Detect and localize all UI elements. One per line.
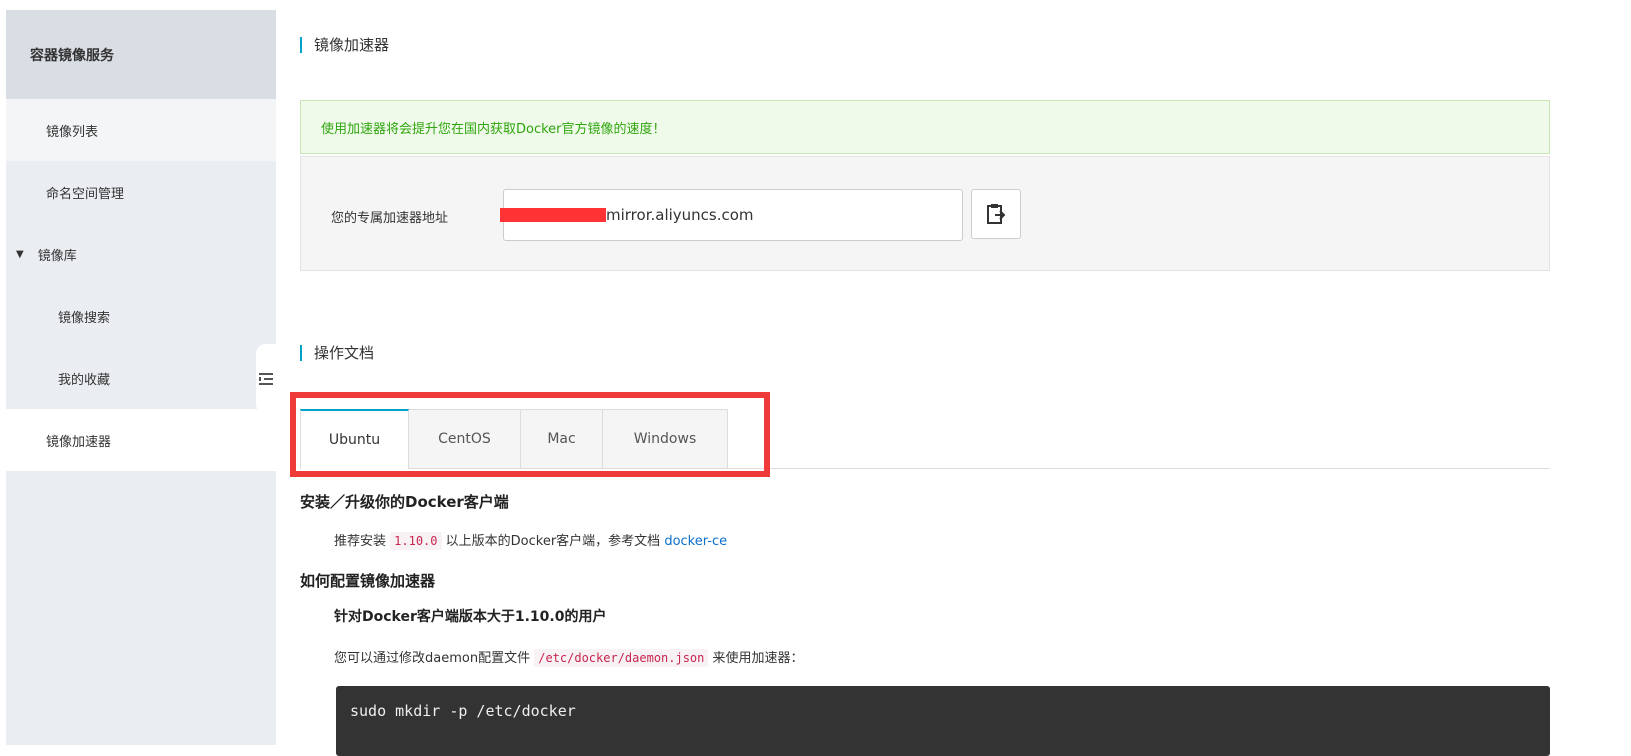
install-prefix: 推荐安装 bbox=[334, 534, 387, 549]
config-suffix: 来使用加速器： bbox=[712, 651, 804, 666]
config-prefix: 您可以通过修改daemon配置文件 bbox=[334, 651, 531, 666]
tab-ubuntu[interactable]: Ubuntu bbox=[300, 409, 409, 469]
sidebar-collapse-handle[interactable] bbox=[256, 344, 276, 414]
config-subheading: 针对Docker客户端版本大于1.10.0的用户 bbox=[334, 609, 607, 625]
address-value: mirror.aliyuncs.com bbox=[606, 206, 754, 224]
accelerator-address-panel: 您的专属加速器地址 mirror.aliyuncs.com bbox=[300, 156, 1550, 271]
accelerator-section-title: 镜像加速器 bbox=[300, 37, 389, 53]
os-tabs: Ubuntu CentOS Mac Windows bbox=[300, 409, 728, 469]
config-path-code: /etc/docker/daemon.json bbox=[534, 649, 709, 667]
address-label: 您的专属加速器地址 bbox=[331, 211, 449, 226]
docs-section-title: 操作文档 bbox=[300, 345, 374, 361]
sidebar-item-label: 镜像列表 bbox=[46, 124, 99, 140]
sidebar-item-favorites[interactable]: 我的收藏 bbox=[6, 347, 276, 409]
caret-down-icon: ▼ bbox=[16, 248, 24, 260]
tab-centos[interactable]: CentOS bbox=[409, 409, 521, 468]
code-block[interactable]: sudo mkdir -p /etc/docker bbox=[336, 686, 1550, 756]
sidebar-item-accelerator[interactable]: 镜像加速器 bbox=[6, 409, 276, 471]
sidebar-group-repository[interactable]: ▼ 镜像库 bbox=[6, 223, 276, 285]
sidebar-item-image-list[interactable]: 镜像列表 bbox=[6, 99, 276, 161]
sidebar-item-label: 命名空间管理 bbox=[46, 186, 125, 202]
redaction-bar bbox=[500, 208, 606, 222]
sidebar-header: 容器镜像服务 bbox=[6, 10, 276, 99]
copy-button[interactable] bbox=[971, 189, 1021, 239]
code-line: sudo mkdir -p /etc/docker bbox=[350, 702, 576, 720]
config-text: 您可以通过修改daemon配置文件 /etc/docker/daemon.jso… bbox=[334, 647, 804, 667]
accelerator-notice: 使用加速器将会提升您在国内获取Docker官方镜像的速度！ bbox=[300, 100, 1550, 154]
sidebar-item-label: 镜像库 bbox=[37, 248, 77, 264]
accelerator-address-field[interactable]: mirror.aliyuncs.com bbox=[500, 189, 963, 241]
sidebar-item-image-search[interactable]: 镜像搜索 bbox=[6, 285, 276, 347]
install-heading: 安装／升级你的Docker客户端 bbox=[300, 493, 509, 511]
install-text: 推荐安装 1.10.0 以上版本的Docker客户端，参考文档 docker-c… bbox=[334, 530, 727, 550]
install-suffix: 以上版本的Docker客户端，参考文档 bbox=[445, 534, 661, 549]
sidebar-item-label: 我的收藏 bbox=[58, 372, 111, 388]
version-code: 1.10.0 bbox=[390, 532, 442, 550]
config-heading: 如何配置镜像加速器 bbox=[300, 572, 436, 590]
docker-ce-link[interactable]: docker-ce bbox=[664, 534, 727, 549]
notice-text: 使用加速器将会提升您在国内获取Docker官方镜像的速度！ bbox=[321, 121, 666, 137]
clipboard-icon bbox=[987, 204, 1006, 224]
sidebar: 容器镜像服务 镜像列表 命名空间管理 ▼ 镜像库 镜像搜索 我的收藏 镜像加速器 bbox=[6, 10, 276, 745]
tab-mac[interactable]: Mac bbox=[521, 409, 603, 468]
collapse-menu-icon bbox=[259, 373, 273, 385]
sidebar-item-label: 镜像加速器 bbox=[46, 434, 112, 450]
tab-windows[interactable]: Windows bbox=[603, 409, 728, 468]
sidebar-item-namespace[interactable]: 命名空间管理 bbox=[6, 161, 276, 223]
sidebar-item-label: 镜像搜索 bbox=[58, 310, 111, 326]
